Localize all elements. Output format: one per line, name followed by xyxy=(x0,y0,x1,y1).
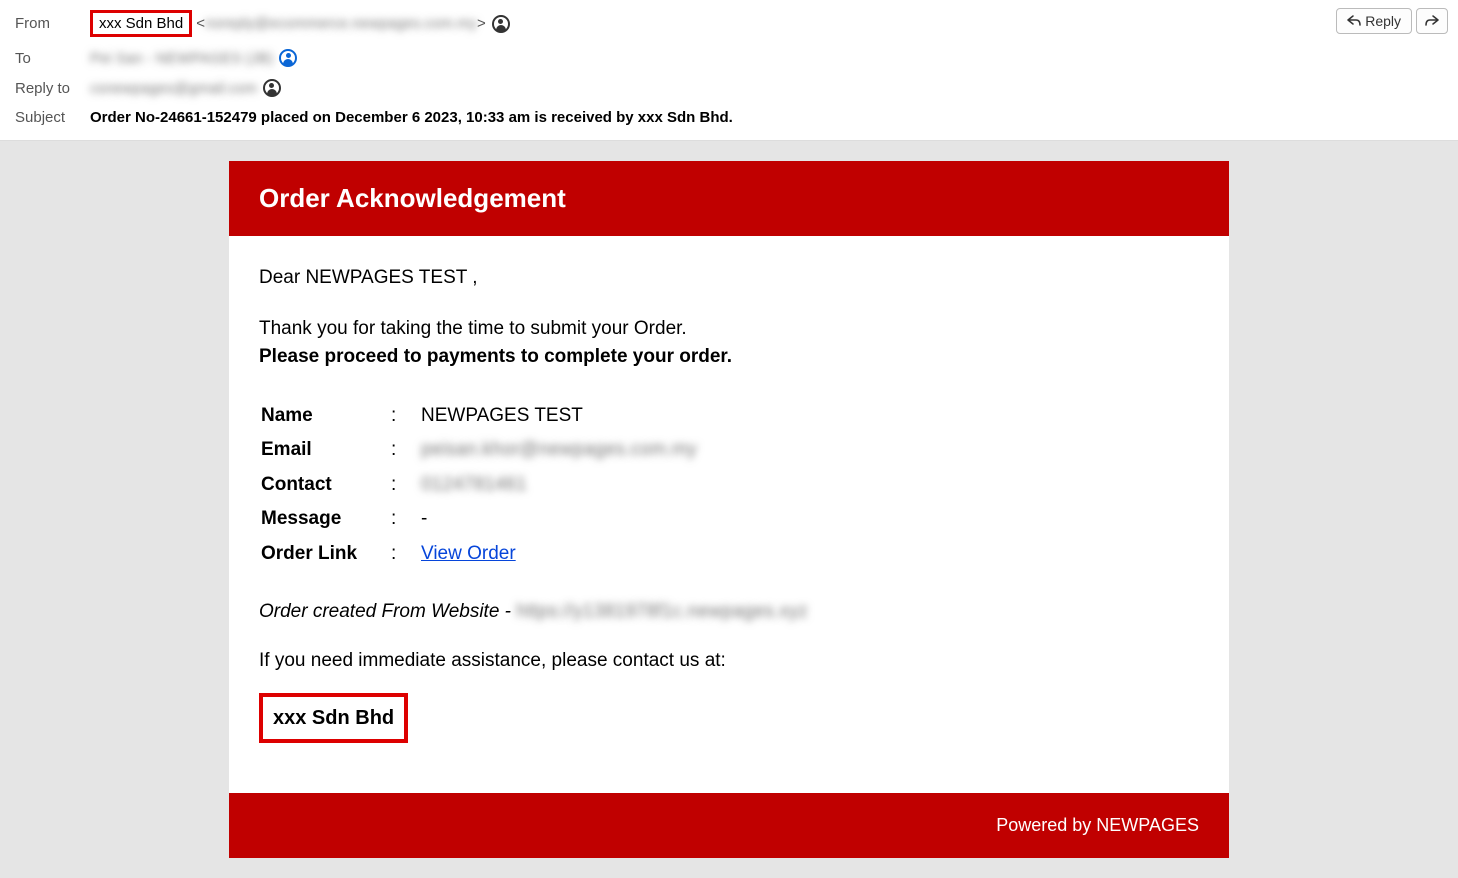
intro-line2: Please proceed to payments to complete y… xyxy=(259,343,1199,372)
replyto-label: Reply to xyxy=(15,80,90,97)
info-row-email: Email : peisan.khor@newpages.com.my xyxy=(261,436,1199,465)
contact-icon[interactable] xyxy=(279,49,297,67)
intro-block: Thank you for taking the time to submit … xyxy=(259,315,1199,372)
company-highlighted: xxx Sdn Bhd xyxy=(259,693,408,743)
website-prefix: Order created From Website - xyxy=(259,601,516,622)
to-label: To xyxy=(15,50,90,67)
email-header-panel: Reply From xxx Sdn Bhd < noreply@ecommer… xyxy=(0,0,1458,141)
email-card: Order Acknowledgement Dear NEWPAGES TEST… xyxy=(229,161,1229,858)
info-row-name: Name : NEWPAGES TEST xyxy=(261,402,1199,431)
subject-value: Order No-24661-152479 placed on December… xyxy=(90,109,733,126)
to-value-blurred: Pei San - NEWPAGES (JB) xyxy=(90,50,273,67)
colon: : xyxy=(391,540,421,569)
subject-row: Subject Order No-24661-152479 placed on … xyxy=(15,109,1443,126)
replyto-row: Reply to csnewpages@gmail.com xyxy=(15,79,1443,97)
reply-buttons-group: Reply xyxy=(1336,8,1448,34)
from-label: From xyxy=(15,15,90,32)
website-url-blurred: https://y1381978f1c.newpages.xyz xyxy=(516,601,808,622)
label-message: Message xyxy=(261,505,391,534)
greeting-text: Dear NEWPAGES TEST , xyxy=(259,264,1199,293)
label-email: Email xyxy=(261,436,391,465)
website-line: Order created From Website - https://y13… xyxy=(259,598,1199,627)
colon: : xyxy=(391,505,421,534)
colon: : xyxy=(391,402,421,431)
info-table: Name : NEWPAGES TEST Email : peisan.khor… xyxy=(261,402,1199,569)
reply-button[interactable]: Reply xyxy=(1336,8,1412,34)
assistance-text: If you need immediate assistance, please… xyxy=(259,647,1199,676)
card-title: Order Acknowledgement xyxy=(229,161,1229,236)
label-orderlink: Order Link xyxy=(261,540,391,569)
label-name: Name xyxy=(261,402,391,431)
replyto-value-blurred: csnewpages@gmail.com xyxy=(90,80,257,97)
from-email-blurred: noreply@ecommerce.newpages.com.my xyxy=(205,15,477,32)
contact-icon[interactable] xyxy=(492,15,510,33)
intro-line1: Thank you for taking the time to submit … xyxy=(259,315,1199,344)
from-bracket-open: < xyxy=(196,15,205,32)
card-body: Dear NEWPAGES TEST , Thank you for takin… xyxy=(229,236,1229,793)
from-row: From xxx Sdn Bhd < noreply@ecommerce.new… xyxy=(15,10,1443,37)
info-row-message: Message : - xyxy=(261,505,1199,534)
subject-label: Subject xyxy=(15,109,90,126)
value-name: NEWPAGES TEST xyxy=(421,402,1199,431)
email-body-area: Order Acknowledgement Dear NEWPAGES TEST… xyxy=(0,141,1458,878)
value-email-blurred: peisan.khor@newpages.com.my xyxy=(421,436,1199,465)
contact-icon[interactable] xyxy=(263,79,281,97)
from-bracket-close: > xyxy=(477,15,486,32)
forward-button[interactable] xyxy=(1416,8,1448,34)
label-contact: Contact xyxy=(261,471,391,500)
forward-arrow-icon xyxy=(1425,13,1439,29)
info-row-contact: Contact : 0124781461 xyxy=(261,471,1199,500)
colon: : xyxy=(391,436,421,465)
to-row: To Pei San - NEWPAGES (JB) xyxy=(15,49,1443,67)
colon: : xyxy=(391,471,421,500)
value-message: - xyxy=(421,505,1199,534)
from-name-highlighted: xxx Sdn Bhd xyxy=(90,10,192,37)
reply-button-label: Reply xyxy=(1365,13,1401,29)
reply-arrow-icon xyxy=(1347,13,1361,29)
card-footer: Powered by NEWPAGES xyxy=(229,793,1229,858)
view-order-link[interactable]: View Order xyxy=(421,543,516,564)
value-contact-blurred: 0124781461 xyxy=(421,471,1199,500)
info-row-orderlink: Order Link : View Order xyxy=(261,540,1199,569)
